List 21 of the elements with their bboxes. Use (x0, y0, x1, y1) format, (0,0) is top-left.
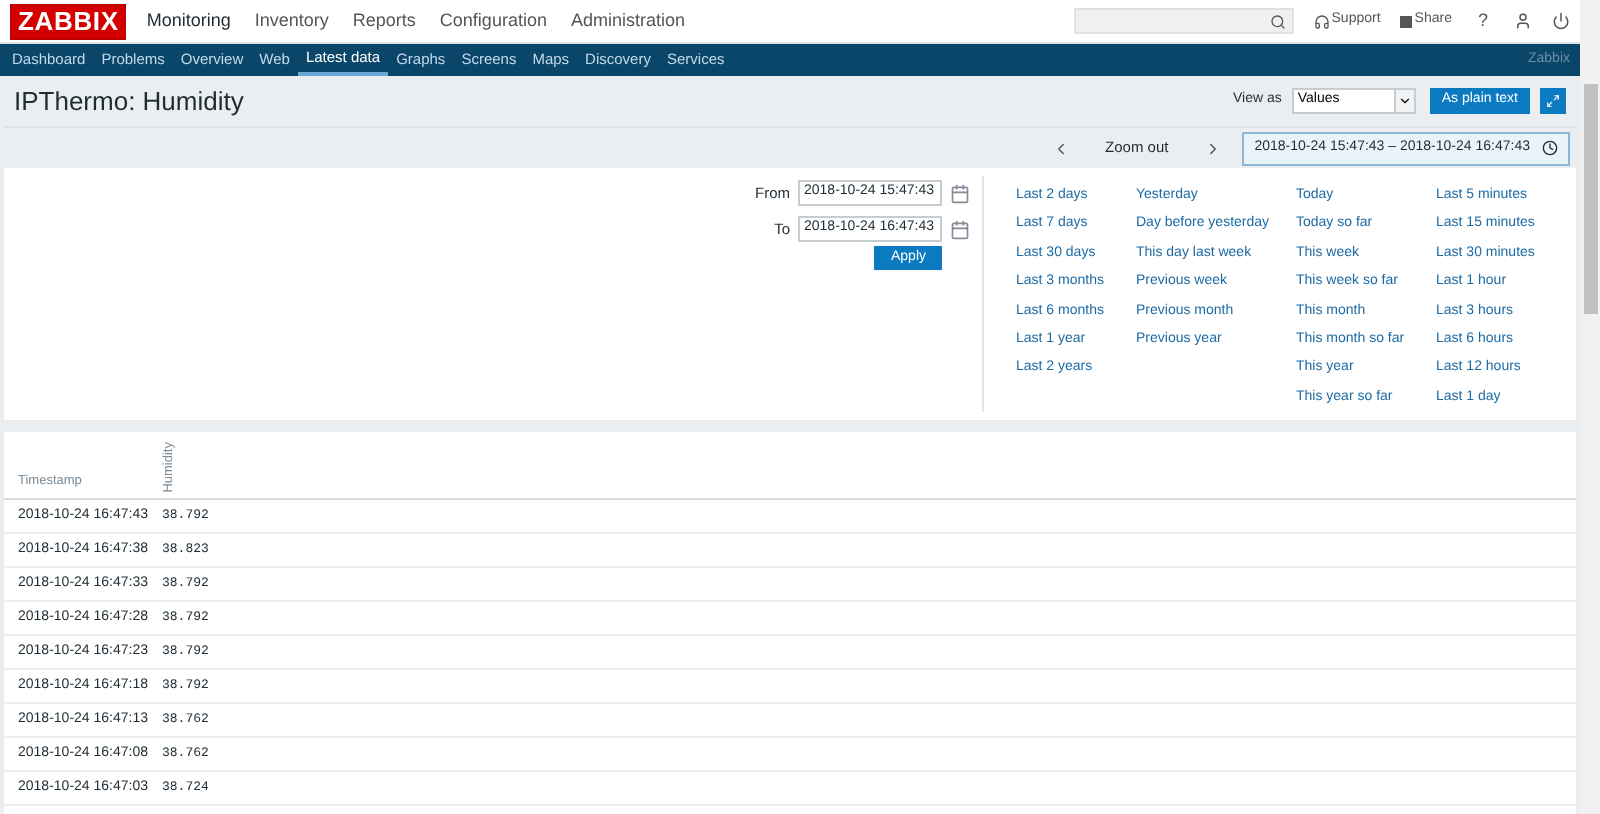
calendar-icon[interactable] (950, 183, 970, 203)
user-icon[interactable] (1514, 12, 1532, 30)
search-icon (1269, 13, 1286, 29)
search-field[interactable] (1073, 8, 1294, 34)
main-menu-item[interactable]: Inventory (254, 7, 329, 35)
fullscreen-icon (1546, 94, 1560, 108)
scrollbar[interactable] (1580, 0, 1600, 814)
main-menu-item[interactable]: Monitoring (146, 7, 231, 35)
main-menu-item[interactable]: Configuration (439, 7, 547, 35)
logo[interactable]: ZABBIX (10, 3, 127, 39)
main-menu-item[interactable]: Administration (570, 7, 685, 35)
share-icon (1400, 15, 1413, 27)
headset-icon (1313, 13, 1330, 29)
chevron-down-icon (1397, 94, 1412, 108)
clock-icon (1542, 140, 1558, 156)
page-title: IPThermo: Humidity (14, 83, 244, 120)
fullscreen-button[interactable] (1540, 88, 1566, 114)
power-icon[interactable] (1552, 12, 1570, 30)
calendar-icon[interactable] (950, 219, 970, 239)
help-link[interactable]: ? (1471, 7, 1494, 35)
main-menu-item[interactable]: Reports (352, 7, 416, 35)
